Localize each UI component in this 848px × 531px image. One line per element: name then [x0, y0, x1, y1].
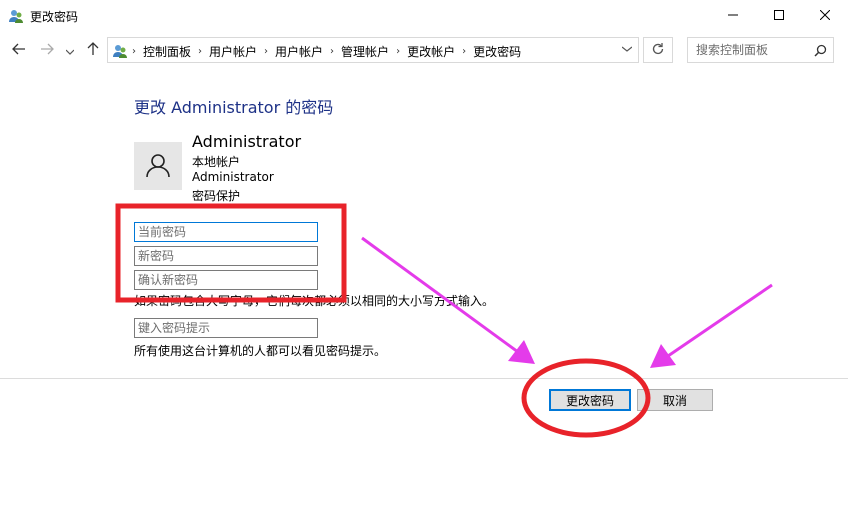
chevron-right-icon[interactable]: ›	[462, 46, 466, 57]
arrow-right-icon	[40, 43, 54, 59]
chevron-right-icon[interactable]: ›	[198, 46, 202, 57]
chevron-right-icon[interactable]: ›	[264, 46, 268, 57]
arrow-up-icon	[87, 42, 99, 60]
refresh-icon	[651, 42, 665, 59]
title-bar: 更改密码	[0, 0, 848, 32]
arrow-right	[650, 283, 773, 368]
confirm-password-field[interactable]	[134, 270, 318, 290]
close-button[interactable]	[802, 0, 848, 32]
chevron-right-icon: ›	[132, 46, 136, 57]
account-status: 密码保护	[192, 189, 241, 203]
page-title: 更改 Administrator 的密码	[134, 98, 334, 117]
cancel-button[interactable]: 取消	[637, 389, 713, 411]
address-bar[interactable]: › 控制面板 › 用户帐户 › 用户帐户 › 管理帐户 › 更改帐户 › 更改密…	[107, 37, 639, 63]
breadcrumb: › 控制面板 › 用户帐户 › 用户帐户 › 管理帐户 › 更改帐户 › 更改密…	[132, 43, 521, 60]
breadcrumb-item[interactable]: 管理帐户	[341, 43, 389, 60]
user-accounts-icon	[112, 43, 128, 59]
search-icon[interactable]	[814, 44, 827, 60]
account-name: Administrator	[192, 132, 302, 151]
arrow-left-icon	[12, 43, 26, 59]
current-password-field[interactable]	[134, 222, 318, 242]
user-accounts-icon	[8, 8, 24, 24]
recent-locations-button[interactable]	[64, 42, 76, 60]
chevron-right-icon[interactable]: ›	[396, 46, 400, 57]
password-hint-field[interactable]	[134, 318, 318, 338]
divider	[0, 378, 848, 379]
back-button[interactable]	[10, 42, 28, 60]
maximize-button[interactable]	[756, 0, 802, 32]
account-group: Administrator	[192, 170, 274, 184]
avatar	[134, 142, 182, 190]
maximize-icon	[774, 9, 784, 23]
minimize-button[interactable]	[710, 0, 756, 32]
user-icon	[145, 152, 171, 181]
chevron-right-icon[interactable]: ›	[330, 46, 334, 57]
change-password-button[interactable]: 更改密码	[549, 389, 631, 411]
up-button[interactable]	[84, 42, 102, 60]
address-dropdown-icon[interactable]	[621, 44, 633, 55]
breadcrumb-item[interactable]: 更改密码	[473, 43, 521, 60]
refresh-button[interactable]	[643, 37, 673, 63]
annotation-overlay	[115, 203, 773, 438]
breadcrumb-item[interactable]: 更改帐户	[407, 43, 455, 60]
chevron-down-icon	[65, 43, 75, 59]
breadcrumb-item[interactable]: 用户帐户	[275, 43, 323, 60]
breadcrumb-item[interactable]: 控制面板	[143, 43, 191, 60]
breadcrumb-item[interactable]: 用户帐户	[209, 43, 257, 60]
minimize-icon	[728, 9, 738, 23]
password-hint-note: 所有使用这台计算机的人都可以看见密码提示。	[134, 344, 387, 358]
account-type: 本地帐户	[192, 155, 241, 169]
new-password-field[interactable]	[134, 246, 318, 266]
close-icon	[819, 9, 831, 23]
window-title: 更改密码	[30, 10, 79, 24]
search-box	[687, 37, 834, 63]
forward-button[interactable]	[38, 42, 56, 60]
case-sensitivity-note: 如果密码包含大写字母，它们每次都必须以相同的大小写方式输入。	[134, 294, 495, 308]
search-input[interactable]	[696, 43, 806, 57]
